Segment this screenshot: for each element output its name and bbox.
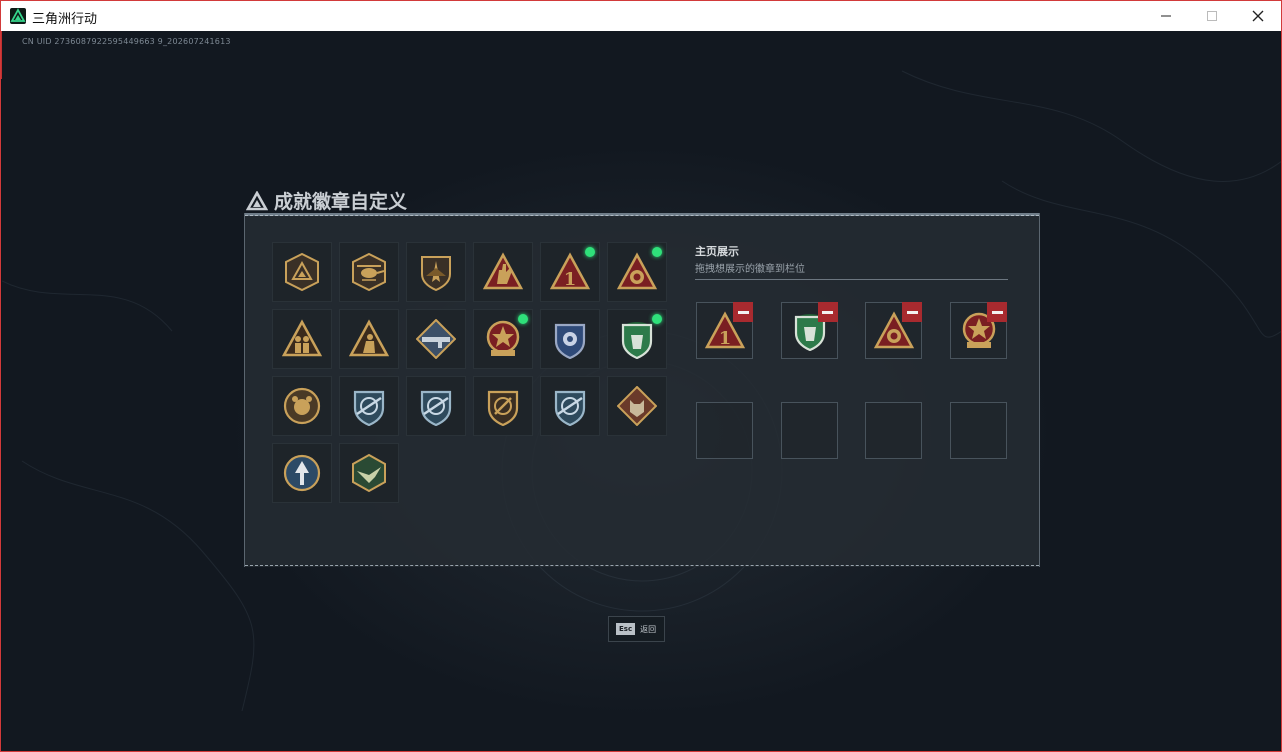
close-button[interactable]: [1235, 1, 1281, 31]
new-indicator-dot: [652, 247, 662, 257]
back-button[interactable]: Esc 返回: [608, 616, 665, 642]
minimize-button[interactable]: [1143, 1, 1189, 31]
panel-top-border: [245, 213, 1039, 216]
badge-item[interactable]: [607, 376, 667, 436]
maximize-icon: [1207, 11, 1217, 21]
soldier-kneel-triangle-badge-icon: [349, 319, 389, 357]
minus-icon: [737, 310, 749, 314]
crosshair-blue-shield-badge-3-icon: [554, 390, 586, 426]
badge-item[interactable]: [406, 376, 466, 436]
badge-item[interactable]: [272, 242, 332, 302]
page-heading: 成就徽章自定义: [246, 187, 407, 214]
star-medal-badge-icon: [486, 320, 520, 356]
new-indicator-dot: [518, 314, 528, 324]
wolf-diamond-badge-icon: [617, 386, 657, 426]
jet-shield-icon: [421, 256, 451, 292]
panel-bottom-border: [245, 565, 1039, 567]
minus-icon: [822, 310, 834, 314]
badge-item[interactable]: [339, 443, 399, 503]
green-beret-shield-badge-icon: [621, 322, 653, 359]
badge-item[interactable]: [473, 242, 533, 302]
soldier-triangle-badge-icon: [282, 319, 322, 357]
badge-item[interactable]: [406, 309, 466, 369]
badge-item[interactable]: [272, 443, 332, 503]
badge-item[interactable]: [339, 309, 399, 369]
number-one-triangle-badge-icon: 1: [550, 252, 590, 290]
maximize-button[interactable]: [1189, 1, 1235, 31]
new-indicator-dot: [652, 314, 662, 324]
showcase-slot-empty[interactable]: [865, 402, 923, 459]
police-shield-badge-icon: [554, 323, 586, 359]
showcase-slot-filled[interactable]: [950, 302, 1008, 359]
badge-item[interactable]: [406, 242, 466, 302]
crosshair-bronze-shield-badge-icon: [487, 390, 519, 426]
minus-icon: [991, 310, 1003, 314]
remove-badge-button[interactable]: [902, 302, 923, 322]
badge-item[interactable]: [540, 309, 600, 369]
game-window: 三角洲行动 CN UID 2736087922595449663 9_20260…: [0, 0, 1282, 752]
delta-app-icon: [10, 8, 26, 24]
showcase-title: 主页展示: [695, 245, 739, 258]
arrow-round-badge-icon: [283, 454, 321, 492]
showcase-slot-empty[interactable]: [696, 402, 753, 459]
window-title: 三角洲行动: [32, 12, 98, 27]
badge-customize-panel: 1 主页展示 拖拽想展示的徽章到栏位 1: [244, 213, 1040, 567]
showcase-slot-empty[interactable]: [950, 402, 1008, 459]
badge-item[interactable]: [272, 376, 332, 436]
crosshair-blue-shield-badge-icon: [353, 390, 385, 426]
showcase-slot-filled[interactable]: [780, 302, 838, 359]
badge-item[interactable]: [339, 376, 399, 436]
lion-triangle-badge-icon: [617, 252, 657, 290]
bear-round-badge-icon: [283, 387, 321, 425]
svg-text:1: 1: [719, 328, 732, 349]
delta-triangle-shield-icon: [285, 252, 319, 292]
badge-item[interactable]: 1: [540, 242, 600, 302]
badge-item[interactable]: [272, 309, 332, 369]
remove-badge-button[interactable]: [817, 302, 838, 322]
showcase-subtitle: 拖拽想展示的徽章到栏位: [695, 264, 805, 275]
delta-logo-icon: [246, 190, 268, 210]
user-uid-text: CN UID 2736087922595449663 9_20260724161…: [22, 37, 231, 46]
showcase-slot-empty[interactable]: [780, 402, 838, 459]
badge-item[interactable]: [540, 376, 600, 436]
showcase-slot-filled[interactable]: [865, 302, 923, 359]
remove-badge-button[interactable]: [987, 302, 1008, 322]
bird-hexagon-badge-icon: [352, 453, 386, 493]
minimize-icon: [1161, 15, 1171, 17]
helicopter-shield-icon: [352, 252, 386, 292]
esc-key-hint: Esc: [616, 623, 636, 635]
crosshair-blue-shield-badge-2-icon: [420, 390, 452, 426]
rifle-diamond-badge-icon: [416, 319, 456, 359]
minus-icon: [906, 310, 918, 314]
badge-item[interactable]: [473, 309, 533, 369]
close-icon: [1252, 10, 1264, 22]
hand-triangle-badge-icon: [483, 252, 523, 290]
page-title: 成就徽章自定义: [274, 191, 408, 213]
showcase-slot-filled[interactable]: 1: [696, 302, 753, 359]
remove-badge-button[interactable]: [733, 302, 753, 322]
badge-item[interactable]: [607, 309, 667, 369]
badge-item[interactable]: [339, 242, 399, 302]
showcase-divider: [695, 279, 1008, 280]
badge-item[interactable]: [473, 376, 533, 436]
svg-text:1: 1: [564, 269, 577, 290]
badge-item[interactable]: [607, 242, 667, 302]
title-bar[interactable]: 三角洲行动: [1, 0, 1281, 31]
new-indicator-dot: [585, 247, 595, 257]
back-label: 返回: [640, 624, 657, 634]
